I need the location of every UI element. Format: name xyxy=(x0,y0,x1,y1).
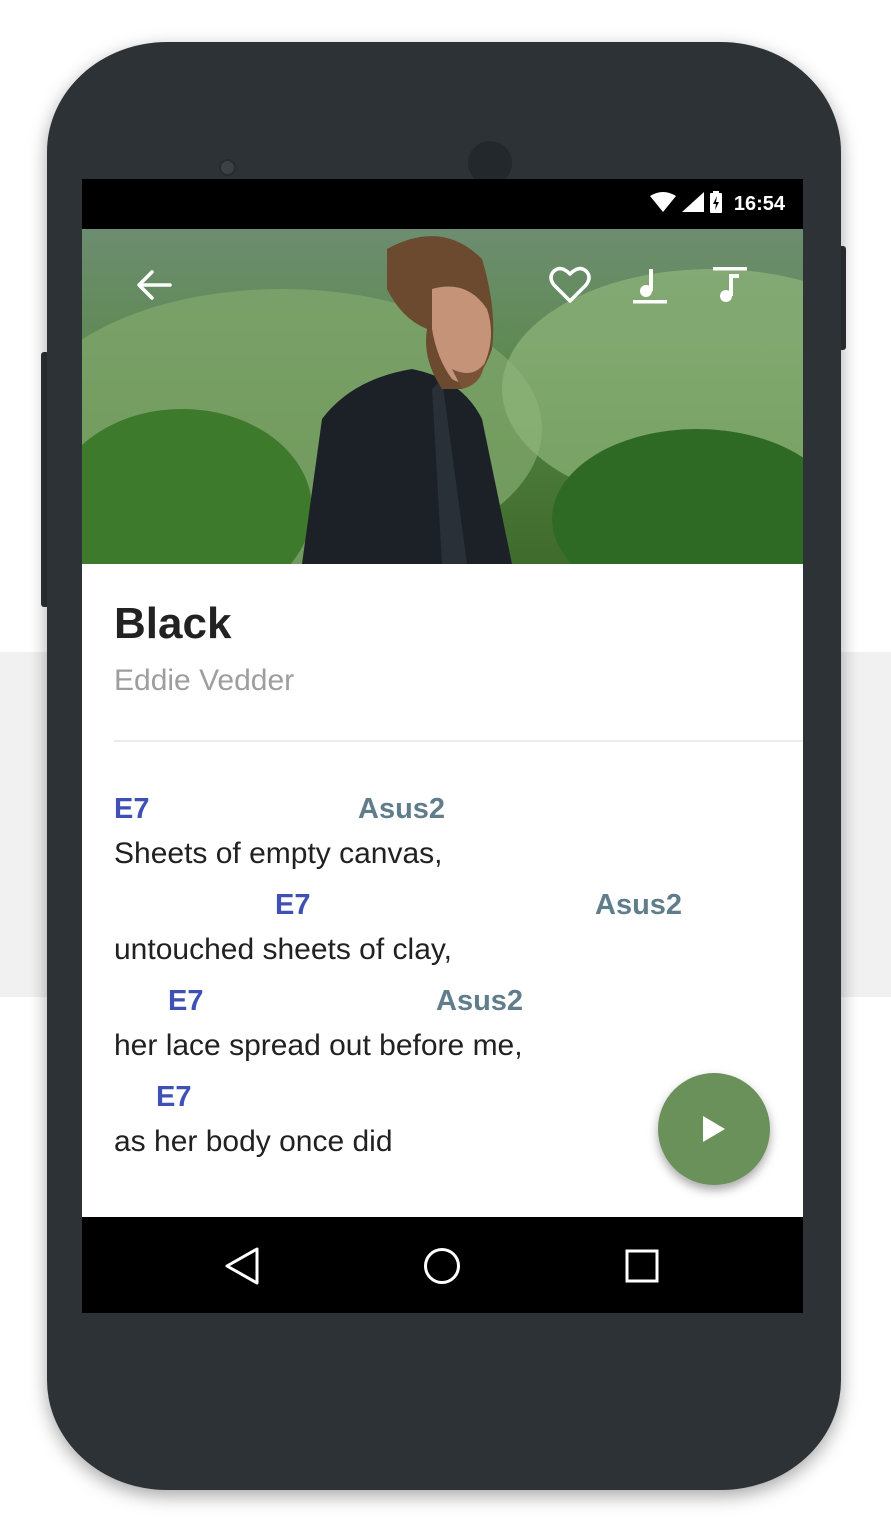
status-bar: 16:54 xyxy=(82,179,803,229)
lyric-line: her lace spread out before me, xyxy=(114,1029,523,1062)
chord[interactable]: Asus2 xyxy=(358,793,445,826)
nav-back-icon xyxy=(225,1247,259,1285)
song-artist: Eddie Vedder xyxy=(114,664,295,697)
wifi-icon xyxy=(649,191,676,217)
lyric-line: as her body once did xyxy=(114,1125,393,1158)
app-screen: 16:54 Black Eddie Vedder E7 Asus2 Sheets… xyxy=(82,179,803,1313)
status-time: 16:54 xyxy=(733,192,785,215)
chord[interactable]: E7 xyxy=(275,889,310,922)
song-info-button[interactable] xyxy=(706,261,754,309)
cell-signal-icon xyxy=(681,191,704,217)
back-arrow-icon xyxy=(137,270,172,300)
chord[interactable]: Asus2 xyxy=(436,985,523,1018)
chord[interactable]: Asus2 xyxy=(595,889,682,922)
note-list-icon xyxy=(713,267,747,302)
nav-back-button[interactable] xyxy=(215,1239,269,1293)
nav-home-icon xyxy=(424,1248,460,1284)
nav-recents-button[interactable] xyxy=(615,1239,669,1293)
song-title: Black xyxy=(114,599,232,648)
lyric-line: Sheets of empty canvas, xyxy=(114,837,443,870)
nav-home-button[interactable] xyxy=(415,1239,469,1293)
chord[interactable]: E7 xyxy=(168,985,203,1018)
divider xyxy=(114,740,803,742)
chord[interactable]: E7 xyxy=(156,1081,191,1114)
artist-photo xyxy=(82,229,803,564)
system-nav-bar xyxy=(82,1217,803,1313)
play-icon xyxy=(703,1116,725,1142)
artist-figure xyxy=(302,236,512,564)
nav-recents-icon xyxy=(625,1249,659,1283)
play-button[interactable] xyxy=(658,1073,770,1185)
back-button[interactable] xyxy=(130,261,178,309)
chord[interactable]: E7 xyxy=(114,793,149,826)
heart-icon xyxy=(549,266,591,303)
battery-icon xyxy=(709,190,722,218)
lyric-line: untouched sheets of clay, xyxy=(114,933,452,966)
favorite-button[interactable] xyxy=(546,261,594,309)
proximity-sensor xyxy=(219,159,236,176)
music-note-icon xyxy=(633,269,667,304)
chords-button[interactable] xyxy=(626,261,674,309)
